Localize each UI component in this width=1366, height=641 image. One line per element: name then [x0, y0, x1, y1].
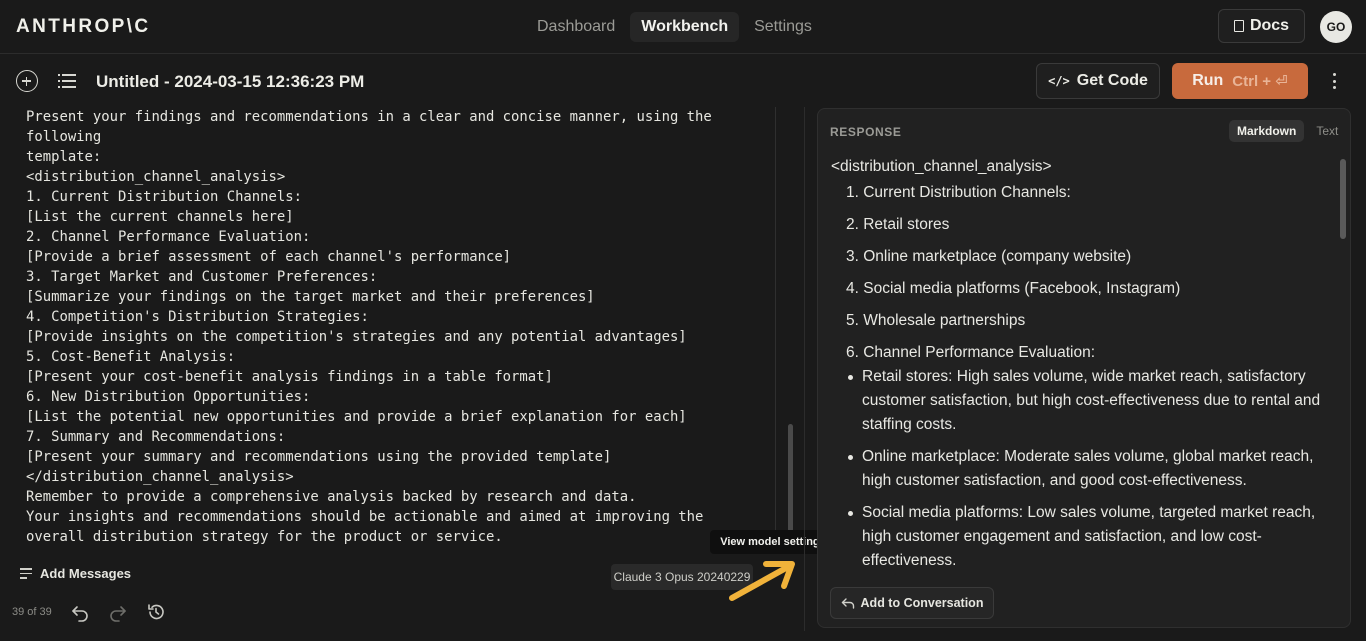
response-opening-tag: <distribution_channel_analysis> — [831, 158, 1052, 175]
list-item: Retail stores: High sales volume, wide m… — [848, 365, 1331, 437]
editor-line[interactable]: template: — [26, 147, 761, 167]
format-markdown[interactable]: Markdown — [1229, 120, 1305, 142]
anthropic-logo[interactable]: ANTHROP\C — [16, 16, 151, 38]
add-to-conversation-label: Add to Conversation — [860, 596, 984, 610]
editor-scrollbar[interactable] — [788, 424, 793, 532]
editor-line[interactable]: [Provide insights on the competition's s… — [26, 327, 761, 347]
editor-line[interactable]: [Summarize your findings on the target m… — [26, 287, 761, 307]
format-text[interactable]: Text — [1308, 120, 1346, 142]
editor-line[interactable]: [Present your summary and recommendation… — [26, 447, 761, 467]
highlight-arrow-icon — [729, 561, 795, 601]
editor-line[interactable]: 3. Target Market and Customer Preference… — [26, 267, 761, 287]
user-avatar[interactable]: GO — [1320, 11, 1352, 43]
undo-icon[interactable] — [70, 602, 90, 622]
editor-line[interactable]: [Provide a brief assessment of each chan… — [26, 247, 761, 267]
editor-line[interactable]: overall distribution strategy for the pr… — [26, 527, 761, 545]
list-item: 6. Channel Performance Evaluation: — [846, 344, 1096, 361]
editor-line[interactable]: Your insights and recommendations should… — [26, 507, 761, 527]
response-panel: RESPONSE Markdown Text <distribution_cha… — [817, 108, 1351, 628]
editor-line[interactable]: 5. Cost-Benefit Analysis: — [26, 347, 761, 367]
run-shortcut-hint: Ctrl + ⏎ — [1232, 73, 1288, 90]
response-content: <distribution_channel_analysis> 1. Curre… — [831, 155, 1331, 581]
nav-workbench[interactable]: Workbench — [630, 12, 740, 42]
nav-dashboard[interactable]: Dashboard — [526, 12, 626, 42]
get-code-button[interactable]: </> Get Code — [1036, 63, 1160, 99]
list-item: Social media platforms: Low sales volume… — [848, 501, 1331, 573]
response-numbered-list: 1. Current Distribution Channels: 2. Ret… — [831, 181, 1331, 365]
editor-line[interactable]: [List the potential new opportunities an… — [26, 407, 761, 427]
history-icon[interactable] — [146, 602, 166, 622]
code-icon: </> — [1048, 74, 1070, 88]
add-messages-button[interactable]: Add Messages — [20, 566, 131, 581]
editor-line[interactable]: 6. New Distribution Opportunities: — [26, 387, 761, 407]
docs-label: Docs — [1249, 17, 1290, 34]
add-messages-label: Add Messages — [40, 566, 132, 581]
top-navigation-bar: ANTHROP\C Dashboard Workbench Settings D… — [0, 0, 1366, 54]
redo-icon[interactable] — [108, 602, 128, 622]
main-nav: Dashboard Workbench Settings — [526, 12, 823, 42]
list-item: 4. Social media platforms (Facebook, Ins… — [846, 280, 1181, 297]
prompt-editor-text[interactable]: Present your findings and recommendation… — [26, 107, 761, 545]
new-prompt-plus-icon[interactable] — [16, 70, 38, 92]
editor-line[interactable]: Present your findings and recommendation… — [26, 107, 761, 127]
response-bullet-list: Retail stores: High sales volume, wide m… — [831, 365, 1331, 573]
format-toggle: Markdown Text — [1229, 120, 1346, 142]
editor-line[interactable]: following — [26, 127, 761, 147]
editor-line[interactable]: [Present your cost-benefit analysis find… — [26, 367, 761, 387]
history-controls: 39 of 39 — [12, 602, 166, 622]
editor-line[interactable]: [List the current channels here] — [26, 207, 761, 227]
list-item: 2. Retail stores — [846, 216, 950, 233]
docs-button[interactable]: Docs — [1218, 9, 1305, 43]
nav-settings[interactable]: Settings — [743, 12, 823, 42]
response-label: RESPONSE — [830, 125, 902, 139]
list-item: 3. Online marketplace (company website) — [846, 248, 1132, 265]
panel-divider[interactable] — [804, 107, 805, 631]
editor-line[interactable]: 4. Competition's Distribution Strategies… — [26, 307, 761, 327]
more-options-icon[interactable] — [1326, 71, 1342, 91]
prompt-list-icon[interactable] — [58, 74, 76, 88]
prompt-editor[interactable]: Present your findings and recommendation… — [14, 107, 776, 545]
history-count: 39 of 39 — [12, 606, 52, 618]
editor-line[interactable]: </distribution_channel_analysis> — [26, 467, 761, 487]
editor-line[interactable]: <distribution_channel_analysis> — [26, 167, 761, 187]
run-label: Run — [1192, 72, 1224, 89]
editor-line[interactable]: 2. Channel Performance Evaluation: — [26, 227, 761, 247]
editor-line[interactable]: 7. Summary and Recommendations: — [26, 427, 761, 447]
book-icon — [1233, 20, 1244, 32]
prompt-title[interactable]: Untitled - 2024-03-15 12:36:23 PM — [96, 72, 364, 92]
list-item: 5. Wholesale partnerships — [846, 312, 1026, 329]
run-button[interactable]: Run Ctrl + ⏎ — [1172, 63, 1308, 99]
add-list-icon — [20, 568, 34, 579]
response-scrollbar[interactable] — [1340, 159, 1346, 239]
list-item: Online marketplace: Moderate sales volum… — [848, 445, 1331, 493]
editor-line[interactable]: 1. Current Distribution Channels: — [26, 187, 761, 207]
list-item: 1. Current Distribution Channels: — [846, 184, 1071, 201]
add-to-conversation-button[interactable]: Add to Conversation — [830, 587, 994, 619]
workbench-toolbar: Untitled - 2024-03-15 12:36:23 PM </> Ge… — [0, 55, 1366, 107]
reply-arrow-icon — [841, 598, 854, 609]
editor-line[interactable]: Remember to provide a comprehensive anal… — [26, 487, 761, 507]
get-code-label: Get Code — [1076, 72, 1148, 89]
